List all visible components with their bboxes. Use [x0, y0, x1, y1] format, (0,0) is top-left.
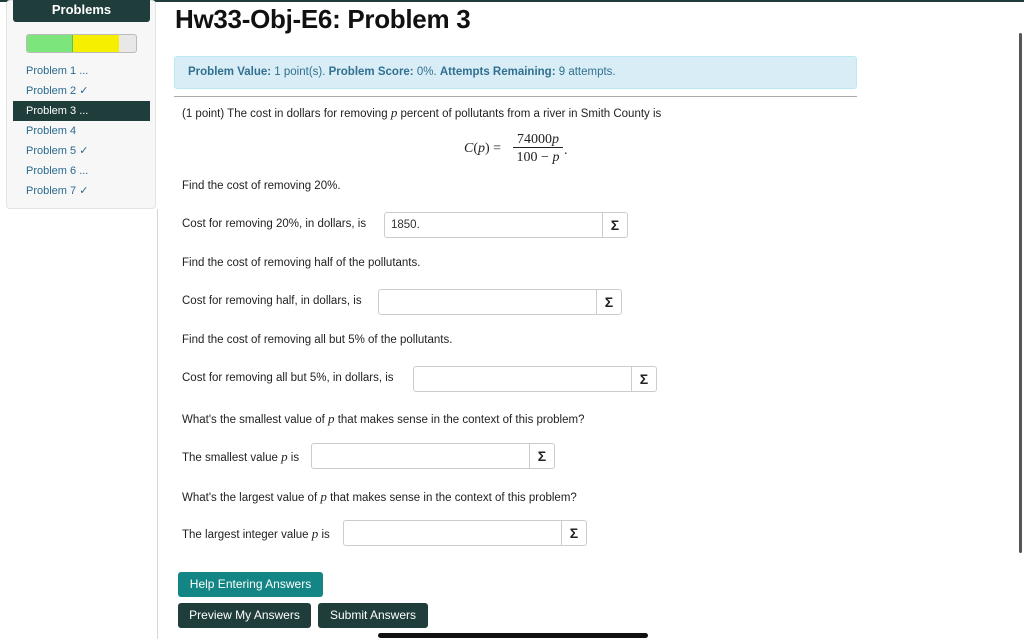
sidebar-item-problem-3[interactable]: Problem 3 ...	[13, 101, 150, 121]
content-divider	[157, 209, 158, 639]
attempts-remaining-label: Attempts Remaining:	[439, 66, 556, 78]
q2-answer-group: Σ	[378, 289, 622, 315]
formula-denominator: 100 − p	[516, 150, 560, 165]
q4-prompt: What's the smallest value of p that make…	[182, 411, 585, 426]
q3-answer-input[interactable]	[413, 366, 632, 392]
sidebar-item-problem-4[interactable]: Problem 4	[13, 121, 150, 141]
variable-p: p	[328, 411, 335, 426]
problem-intro: (1 point) The cost in dollars for removi…	[182, 105, 662, 120]
q1-label: Cost for removing 20%, in dollars, is	[182, 218, 367, 230]
q5-label: The largest integer value p is	[182, 526, 330, 541]
q2-prompt: Find the cost of removing half of the po…	[182, 257, 421, 269]
page-title: Hw33-Obj-E6: Problem 3	[175, 4, 471, 34]
variable-p: p	[281, 449, 288, 464]
q4-answer-group: Σ	[311, 443, 555, 469]
sidebar-item-problem-1[interactable]: Problem 1 ...	[13, 61, 150, 81]
progress-partial-segment	[73, 35, 119, 52]
sidebar-item-problem-2[interactable]: Problem 2 ✓	[13, 81, 150, 101]
variable-p: p	[390, 105, 398, 120]
q4-label: The smallest value p is	[182, 449, 300, 464]
progress-bar	[26, 34, 137, 53]
variable-p: p	[320, 489, 327, 504]
q2-label: Cost for removing half, in dollars, is	[182, 295, 362, 307]
formula-lhs: C(p) =	[464, 141, 502, 156]
preview-answers-button[interactable]: Preview My Answers	[178, 603, 311, 628]
scrollbar[interactable]	[1019, 33, 1022, 553]
q3-label: Cost for removing all but 5%, in dollars…	[182, 372, 394, 384]
sidebar-header: Problems	[13, 0, 150, 22]
submit-answers-button[interactable]: Submit Answers	[318, 603, 428, 628]
q5-prompt: What's the largest value of p that makes…	[182, 489, 577, 504]
q5-answer-input[interactable]	[343, 520, 562, 546]
q1-equation-editor-button[interactable]: Σ	[603, 212, 628, 238]
q4-answer-input[interactable]	[311, 443, 530, 469]
formula-period: .	[564, 143, 568, 158]
progress-correct-segment	[27, 35, 73, 52]
q4-equation-editor-button[interactable]: Σ	[530, 443, 555, 469]
problem-value-label: Problem Value:	[188, 66, 272, 78]
problem-value: 1 point(s).	[274, 66, 326, 78]
q3-answer-group: Σ	[413, 366, 657, 392]
sidebar-item-problem-7[interactable]: Problem 7 ✓	[13, 181, 150, 201]
q2-answer-input[interactable]	[378, 289, 597, 315]
q1-prompt: Find the cost of removing 20%.	[182, 180, 341, 192]
formula-fraction: 74000p 100 − p	[513, 131, 563, 166]
variable-p: p	[311, 526, 319, 541]
formula-numerator: 74000p	[513, 131, 563, 148]
problem-score-label: Problem Score:	[328, 66, 414, 78]
q3-prompt: Find the cost of removing all but 5% of …	[182, 334, 453, 346]
problem-score: 0%.	[416, 66, 437, 78]
attempts-remaining: 9 attempts.	[558, 66, 616, 78]
sidebar-item-problem-6[interactable]: Problem 6 ...	[13, 161, 150, 181]
problem-info-box: Problem Value: 1 point(s). Problem Score…	[174, 56, 857, 89]
q3-equation-editor-button[interactable]: Σ	[632, 366, 657, 392]
help-entering-answers-button[interactable]: Help Entering Answers	[178, 572, 323, 597]
q1-answer-group: Σ	[384, 212, 628, 238]
q1-answer-input[interactable]	[384, 212, 603, 238]
q5-answer-group: Σ	[343, 520, 587, 546]
home-indicator	[378, 633, 648, 638]
divider	[174, 96, 857, 97]
problem-list: Problem 1 ... Problem 2 ✓ Problem 3 ... …	[13, 61, 150, 201]
q5-equation-editor-button[interactable]: Σ	[562, 520, 587, 546]
sidebar-item-problem-5[interactable]: Problem 5 ✓	[13, 141, 150, 161]
q2-equation-editor-button[interactable]: Σ	[597, 289, 622, 315]
